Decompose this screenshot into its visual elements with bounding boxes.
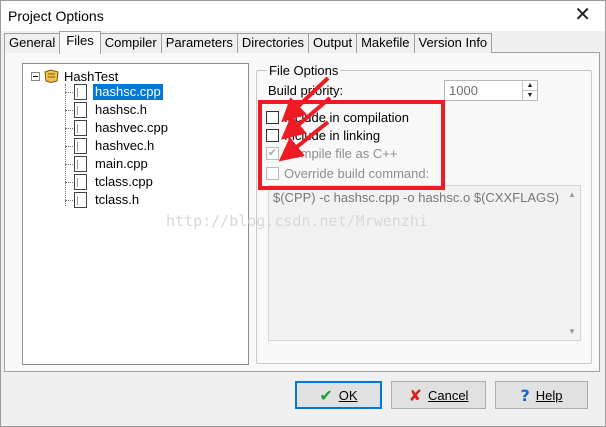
spin-up-icon[interactable]: ▲: [523, 81, 537, 90]
scroll-up-icon: ▲: [568, 190, 576, 199]
arrow-icon: [281, 76, 330, 123]
build-command-textarea: $(CPP) -c hashsc.cpp -o hashsc.o $(CXXFL…: [268, 185, 581, 341]
tab-makefile[interactable]: Makefile: [356, 33, 415, 53]
tree-item-file[interactable]: hashsc.h: [65, 101, 149, 119]
tree-root[interactable]: HashTest: [31, 68, 118, 84]
tab-general[interactable]: General: [4, 33, 61, 53]
close-icon[interactable]: ✕: [574, 4, 591, 24]
cancel-x-icon: ✘: [408, 385, 422, 405]
tree-item-file[interactable]: hashvec.cpp: [65, 119, 170, 137]
tab-output[interactable]: Output: [308, 33, 358, 53]
file-label: main.cpp: [95, 156, 148, 171]
tab-files[interactable]: Files: [59, 31, 101, 54]
file-label: hashsc.cpp: [93, 84, 163, 100]
build-priority-value[interactable]: 1000: [445, 81, 522, 100]
cancel-label: Cancel: [427, 387, 469, 403]
ok-button[interactable]: ✔ OK: [295, 381, 382, 409]
tab-compiler[interactable]: Compiler: [99, 33, 162, 53]
tab-version-info[interactable]: Version Info: [413, 33, 493, 53]
tree-item-file[interactable]: hashvec.h: [65, 137, 156, 155]
build-command-text: $(CPP) -c hashsc.cpp -o hashsc.o $(CXXFL…: [273, 190, 560, 205]
file-icon: [74, 102, 87, 118]
spin-down-icon[interactable]: ▼: [523, 90, 537, 100]
file-label: tclass.h: [95, 192, 140, 207]
tree-item-file[interactable]: main.cpp: [65, 155, 150, 173]
file-label: hashvec.h: [95, 138, 155, 153]
file-icon: [74, 192, 87, 208]
annotation-arrows: [278, 76, 332, 162]
help-button[interactable]: ? Help: [495, 381, 588, 409]
tab-parameters[interactable]: Parameters: [160, 33, 238, 53]
file-icon: [74, 156, 87, 172]
tree-item-file[interactable]: tclass.h: [65, 191, 141, 209]
build-priority-stepper[interactable]: 1000 ▲ ▼: [444, 80, 538, 101]
window-title: Project Options: [8, 8, 104, 24]
tree-item-file[interactable]: hashsc.cpp: [65, 83, 163, 101]
tree-item-file[interactable]: tclass.cpp: [65, 173, 155, 191]
file-icon: [74, 84, 87, 100]
file-label: tclass.cpp: [95, 174, 153, 189]
checkmark-icon: ✔: [319, 385, 333, 405]
tab-bar: General Files Compiler Parameters Direct…: [4, 31, 493, 54]
vertical-scrollbar: ▲ ▼: [565, 186, 580, 340]
ok-label: OK: [338, 387, 358, 403]
file-icon: [74, 120, 87, 136]
help-question-icon: ?: [520, 385, 530, 405]
cancel-button[interactable]: ✘ Cancel: [391, 381, 486, 409]
file-label: hashvec.cpp: [95, 120, 168, 135]
file-label: hashsc.h: [95, 102, 148, 117]
watermark: http://blog.csdn.net/Mrwenzhi: [166, 212, 428, 230]
file-icon: [74, 174, 87, 190]
collapse-icon[interactable]: [31, 71, 40, 81]
scroll-down-icon: ▼: [568, 327, 576, 336]
title-bar: Project Options ✕: [1, 1, 605, 31]
file-icon: [74, 138, 87, 154]
tab-directories[interactable]: Directories: [236, 33, 310, 53]
help-label: Help: [535, 387, 563, 403]
tree-root-label: HashTest: [64, 68, 119, 84]
project-icon: [44, 69, 59, 83]
